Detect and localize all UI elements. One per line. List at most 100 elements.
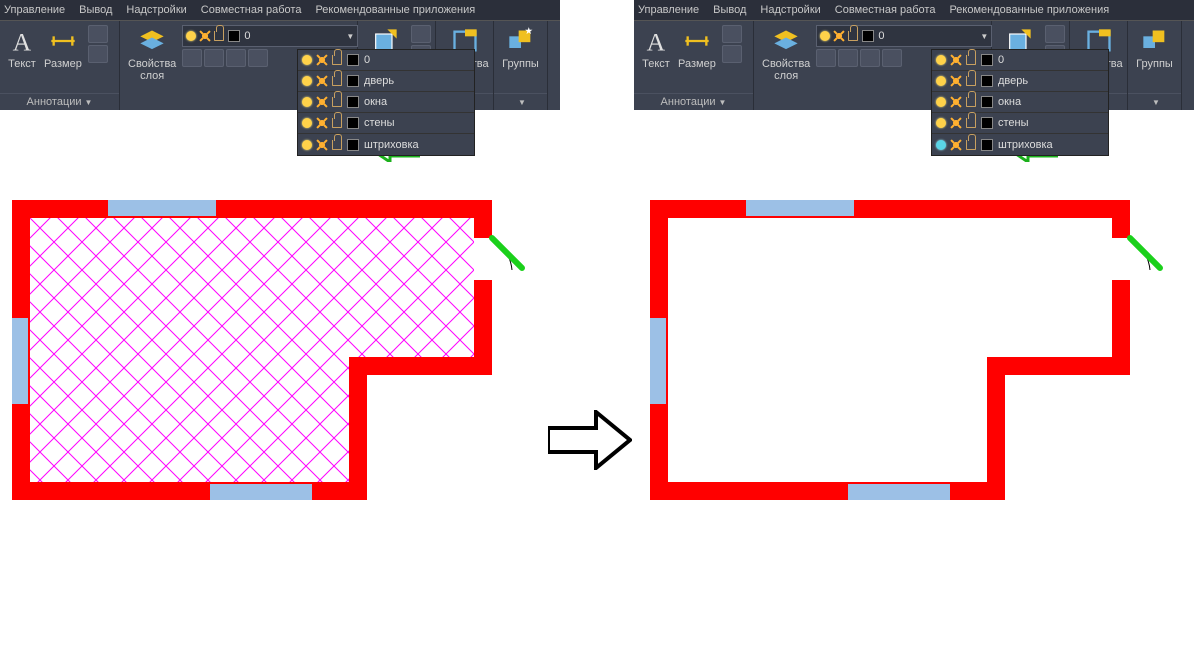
sun-icon[interactable] — [317, 76, 327, 86]
lock-icon[interactable] — [966, 76, 976, 86]
leader-icon[interactable] — [722, 25, 742, 43]
lock-icon[interactable] — [332, 97, 342, 107]
tab-addins[interactable]: Надстройки — [126, 4, 186, 16]
tab-output[interactable]: Вывод — [713, 4, 746, 16]
table-icon[interactable] — [88, 45, 108, 63]
tab-addins[interactable]: Надстройки — [760, 4, 820, 16]
layer-name: дверь — [364, 75, 394, 87]
lightbulb-icon[interactable] — [302, 140, 312, 150]
text-label: Текст — [642, 58, 670, 70]
panel-annotations-title[interactable]: Аннотации▼ — [634, 93, 753, 110]
layer-tool-4[interactable] — [248, 49, 268, 67]
sun-icon[interactable] — [951, 76, 961, 86]
lock-icon[interactable] — [966, 55, 976, 65]
layer-properties-label: Свойства слоя — [128, 58, 176, 82]
sun-icon[interactable] — [951, 118, 961, 128]
tab-manage[interactable]: Управление — [4, 4, 65, 16]
tab-manage[interactable]: Управление — [638, 4, 699, 16]
layer-dropdown: 0 дверь окна — [297, 49, 475, 156]
color-swatch[interactable] — [981, 117, 993, 129]
block-tool-1[interactable] — [411, 25, 431, 43]
lightbulb-icon[interactable] — [936, 76, 946, 86]
layer-row-hatch[interactable]: штриховка — [932, 134, 1108, 155]
layer-tool-1[interactable] — [816, 49, 836, 67]
table-icon[interactable] — [722, 45, 742, 63]
lightbulb-icon[interactable] — [302, 76, 312, 86]
color-swatch[interactable] — [347, 139, 359, 151]
leader-icon[interactable] — [88, 25, 108, 43]
tab-collab[interactable]: Совместная работа — [201, 4, 302, 16]
block-tool-1[interactable] — [1045, 25, 1065, 43]
layer-tool-4[interactable] — [882, 49, 902, 67]
sun-icon[interactable] — [317, 55, 327, 65]
lock-icon[interactable] — [332, 76, 342, 86]
sun-icon[interactable] — [951, 140, 961, 150]
tab-collab[interactable]: Совместная работа — [835, 4, 936, 16]
dimension-button[interactable]: Размер — [42, 25, 84, 72]
layer-combobox[interactable]: 0 ▼ — [816, 25, 992, 47]
menu-tabs: Управление Вывод Надстройки Совместная р… — [0, 0, 560, 20]
lock-icon[interactable] — [966, 118, 976, 128]
layer-name: штриховка — [364, 139, 419, 151]
groups-button[interactable]: ★ Группы — [500, 25, 541, 72]
layer-tool-3[interactable] — [860, 49, 880, 67]
color-swatch[interactable] — [347, 75, 359, 87]
lightbulb-icon[interactable] — [936, 118, 946, 128]
tab-apps[interactable]: Рекомендованные приложения — [949, 4, 1109, 16]
lightbulb-icon[interactable] — [936, 55, 946, 65]
layer-properties-button[interactable]: Свойства слоя — [760, 25, 812, 84]
layer-row-walls[interactable]: стены — [298, 113, 474, 134]
tab-output[interactable]: Вывод — [79, 4, 112, 16]
lightbulb-icon[interactable] — [302, 118, 312, 128]
layer-row-windows[interactable]: окна — [298, 92, 474, 113]
color-swatch[interactable] — [347, 54, 359, 66]
groups-button[interactable]: Группы — [1134, 25, 1175, 72]
layer-properties-button[interactable]: Свойства слоя — [126, 25, 178, 84]
groups-label: Группы — [502, 58, 539, 70]
color-swatch[interactable] — [981, 139, 993, 151]
color-swatch[interactable] — [981, 75, 993, 87]
panel-annotations-title[interactable]: Аннотации▼ — [0, 93, 119, 110]
color-swatch[interactable] — [981, 54, 993, 66]
layer-row-0[interactable]: 0 — [932, 50, 1108, 71]
color-swatch — [862, 30, 874, 42]
sun-icon[interactable] — [317, 140, 327, 150]
color-swatch[interactable] — [347, 96, 359, 108]
layer-combobox[interactable]: 0 ▼ — [182, 25, 358, 47]
layer-row-door[interactable]: дверь — [298, 71, 474, 92]
panel-annotations: A Текст Размер Аннотации▼ — [0, 21, 120, 110]
color-swatch[interactable] — [347, 117, 359, 129]
dimension-button[interactable]: Размер — [676, 25, 718, 72]
lightbulb-icon[interactable] — [936, 97, 946, 107]
layer-tool-1[interactable] — [182, 49, 202, 67]
sun-icon[interactable] — [951, 97, 961, 107]
svg-text:★: ★ — [524, 27, 532, 36]
color-swatch[interactable] — [981, 96, 993, 108]
lightbulb-icon[interactable] — [302, 55, 312, 65]
lock-icon[interactable] — [966, 140, 976, 150]
layer-row-windows[interactable]: окна — [932, 92, 1108, 113]
lock-icon[interactable] — [332, 55, 342, 65]
layer-tool-3[interactable] — [226, 49, 246, 67]
ribbon-body: A Текст Размер Аннотации▼ Свойства слоя — [634, 20, 1194, 110]
text-button[interactable]: A Текст — [6, 25, 38, 72]
lock-icon[interactable] — [966, 97, 976, 107]
lock-icon[interactable] — [332, 118, 342, 128]
lightbulb-icon[interactable] — [302, 97, 312, 107]
layer-row-walls[interactable]: стены — [932, 113, 1108, 134]
lightbulb-icon[interactable] — [936, 140, 946, 150]
lock-icon[interactable] — [332, 140, 342, 150]
layer-tool-2[interactable] — [204, 49, 224, 67]
text-button[interactable]: A Текст — [640, 25, 672, 72]
layer-row-hatch[interactable]: штриховка — [298, 134, 474, 155]
sun-icon[interactable] — [317, 118, 327, 128]
panel-groups-title[interactable]: ▼ — [1128, 93, 1181, 110]
layer-row-door[interactable]: дверь — [932, 71, 1108, 92]
sun-icon[interactable] — [951, 55, 961, 65]
panel-groups-title[interactable]: ▼ — [494, 93, 547, 110]
sun-icon[interactable] — [317, 97, 327, 107]
chevron-down-icon: ▼ — [346, 32, 354, 41]
tab-apps[interactable]: Рекомендованные приложения — [315, 4, 475, 16]
layer-tool-2[interactable] — [838, 49, 858, 67]
layer-row-0[interactable]: 0 — [298, 50, 474, 71]
